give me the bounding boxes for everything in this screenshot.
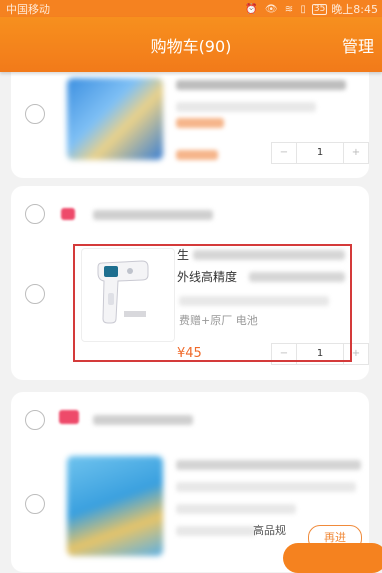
select-shop-radio[interactable] bbox=[25, 204, 45, 224]
quantity-value[interactable]: 1 bbox=[296, 143, 344, 163]
select-item-radio[interactable] bbox=[25, 284, 45, 304]
shop-icon bbox=[59, 410, 79, 424]
increase-button[interactable]: + bbox=[344, 143, 368, 163]
product-tag-blurred bbox=[176, 118, 224, 128]
decrease-button[interactable]: − bbox=[272, 143, 296, 163]
product-price-blurred bbox=[176, 150, 218, 160]
product-title-fragment: 高品规 bbox=[253, 524, 286, 537]
carrier-name: 中国移动 bbox=[6, 3, 50, 16]
product-image[interactable] bbox=[67, 78, 163, 160]
select-item-radio[interactable] bbox=[25, 494, 45, 514]
select-item-radio[interactable] bbox=[25, 104, 45, 124]
product-image[interactable] bbox=[67, 456, 163, 556]
page-title: 购物车(90) bbox=[150, 37, 232, 56]
quantity-stepper[interactable]: − 1 + bbox=[271, 142, 369, 164]
shop-icon bbox=[61, 208, 75, 220]
shop-name-blurred bbox=[93, 210, 213, 220]
product-spec-blurred bbox=[176, 102, 316, 112]
product-title-blurred-2 bbox=[176, 482, 356, 492]
highlight-annotation bbox=[73, 244, 352, 362]
shop-name-blurred bbox=[93, 415, 193, 425]
product-title-blurred bbox=[176, 80, 346, 90]
status-right-group: ⏰ 👁 ≋ ▯ 35 晚上8:45 bbox=[245, 1, 378, 17]
checkout-button[interactable] bbox=[283, 543, 382, 573]
product-title-blurred bbox=[176, 460, 361, 470]
product-spec-blurred bbox=[176, 504, 296, 514]
product-extra-blurred bbox=[176, 526, 256, 536]
status-icons: ⏰ 👁 ≋ ▯ bbox=[245, 3, 308, 15]
battery-icon: 35 bbox=[311, 3, 328, 15]
status-bar: 中国移动 ⏰ 👁 ≋ ▯ 35 晚上8:45 bbox=[0, 0, 382, 17]
manage-button[interactable]: 管理 bbox=[342, 33, 374, 57]
nav-bar: 购物车(90) 管理 bbox=[0, 17, 382, 72]
clock: 晚上8:45 bbox=[331, 3, 378, 16]
cart-item-card-focused: 生 外线高精度 费赠+原厂 电池 ¥45 − 1 + bbox=[11, 186, 369, 380]
select-shop-radio[interactable] bbox=[25, 410, 45, 430]
